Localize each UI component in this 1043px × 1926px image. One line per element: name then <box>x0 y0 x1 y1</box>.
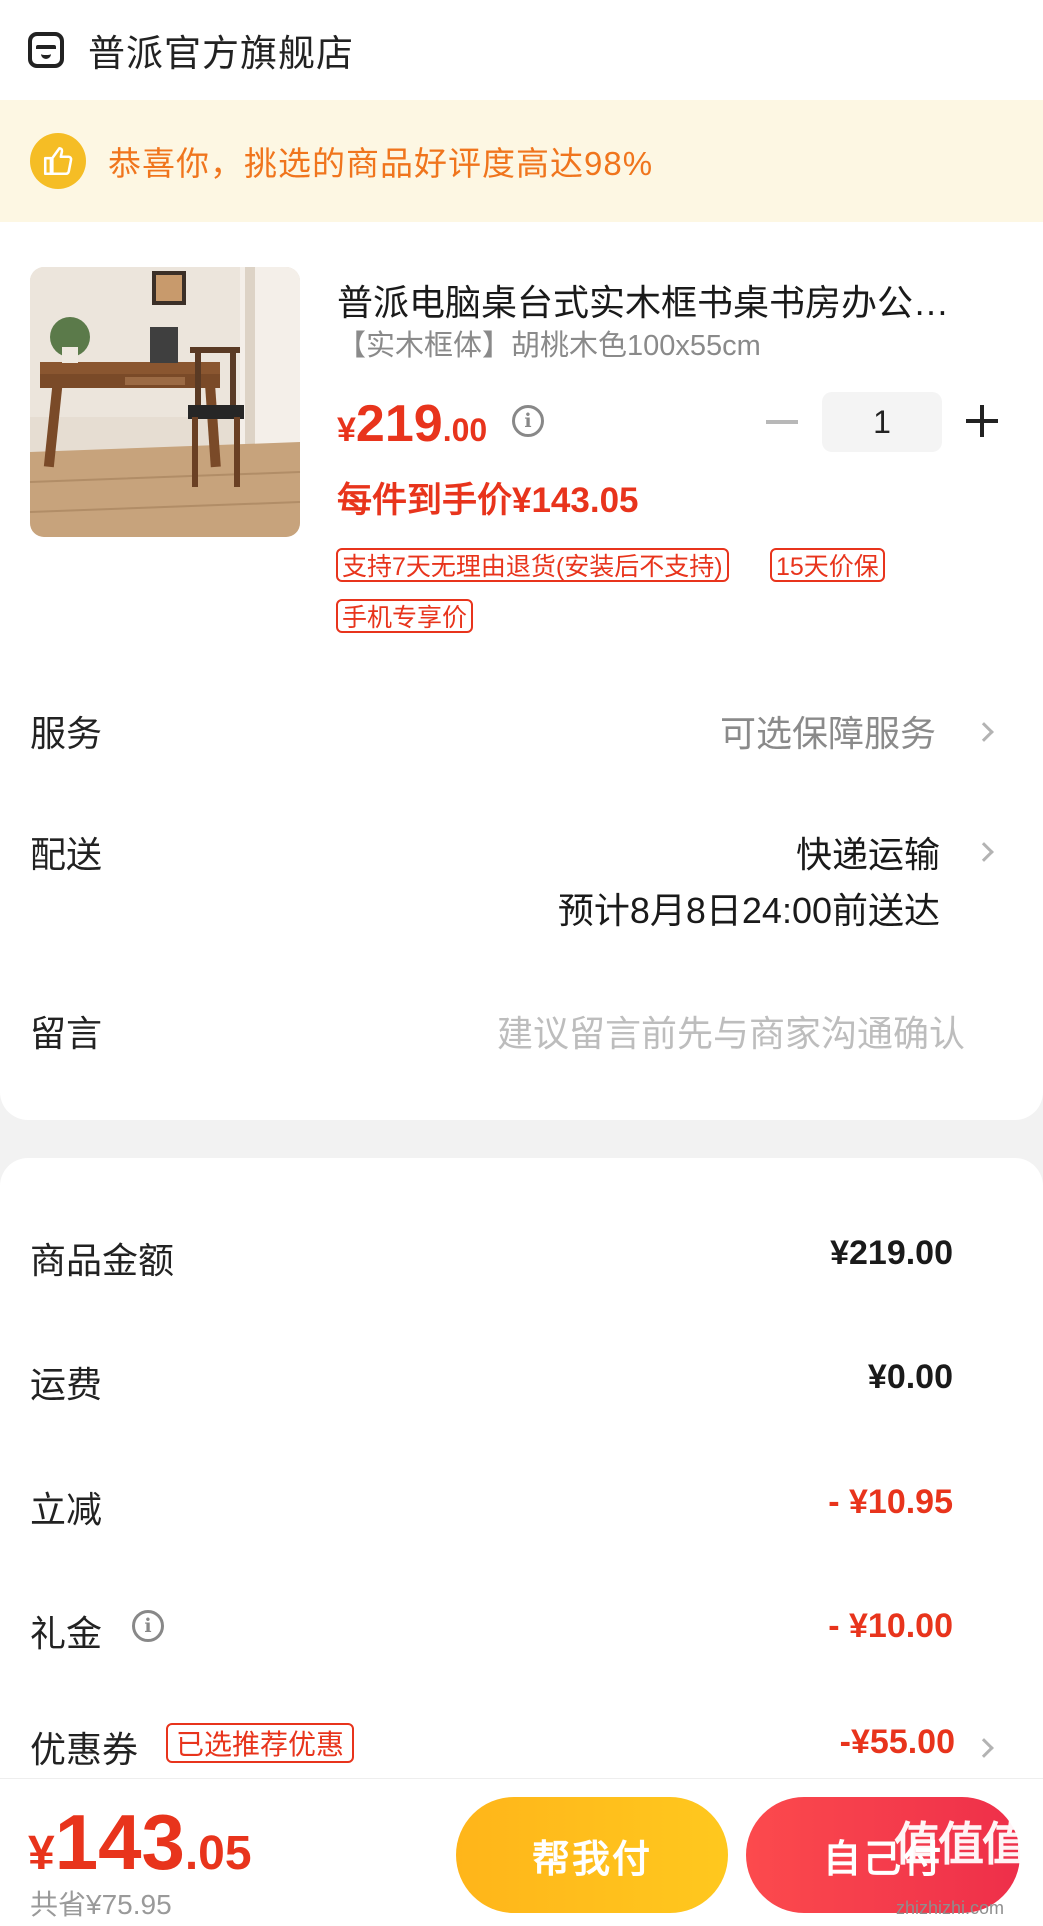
shipping-value: ¥0.00 <box>867 1358 953 1396</box>
service-tag-return: 支持7天无理由退货(安装后不支持) <box>336 548 729 582</box>
coupon-label: 优惠券 <box>30 1729 139 1770</box>
service-tag-mobile-price: 手机专享价 <box>336 599 474 633</box>
watermark-url: zhizhizhi.com <box>896 1898 1005 1918</box>
quantity-input[interactable]: 1 <box>822 392 942 452</box>
price-info-icon[interactable]: i <box>512 405 544 437</box>
banner-text: 恭喜你，挑选的商品好评度高达98% <box>108 145 654 182</box>
total-currency: ¥ <box>28 1827 55 1880</box>
coupon-chevron-icon[interactable] <box>974 1738 994 1758</box>
product-spec[interactable]: 【实木框体】胡桃木色100x55cm <box>337 322 761 364</box>
note-input[interactable]: 建议留言前先与商家沟通确认 <box>497 1005 965 1057</box>
total-integer: 143 <box>54 1798 185 1886</box>
help-me-pay-button[interactable]: 帮我付 <box>456 1797 728 1913</box>
order-item-card: 普派电脑桌台式实木框书桌书房办公… 【实木框体】胡桃木色100x55cm ¥21… <box>0 222 1043 1120</box>
coupon-recommended-tag: 已选推荐优惠 <box>166 1723 355 1763</box>
goods-amount-value: ¥219.00 <box>830 1234 953 1272</box>
store-header: 普派官方旗舰店 <box>0 0 1043 100</box>
unit-final-price: 每件到手价¥143.05 <box>337 481 639 520</box>
delivery-value[interactable]: 快递运输 <box>796 826 940 878</box>
gift-money-label: 礼金 <box>30 1613 103 1654</box>
price-summary-card: 商品金额 ¥219.00 运费 ¥0.00 立减 - ¥10.95 礼金 i -… <box>0 1158 1043 1788</box>
service-label: 服务 <box>30 713 103 754</box>
total-saved: 共省¥75.95 <box>30 1889 172 1920</box>
price-decimal: .00 <box>442 412 488 448</box>
service-tag-price-protect: 15天价保 <box>770 548 885 582</box>
product-price: ¥219.00 <box>337 394 487 454</box>
gift-money-value: - ¥10.00 <box>828 1607 953 1645</box>
watermark-logo: 值值值 <box>894 1818 1028 1870</box>
delivery-label: 配送 <box>30 834 103 875</box>
gift-info-icon[interactable]: i <box>132 1610 164 1642</box>
shipping-label: 运费 <box>30 1364 103 1405</box>
service-chevron-icon[interactable] <box>974 722 994 742</box>
product-image[interactable] <box>30 267 300 537</box>
discount-label: 立减 <box>30 1489 103 1530</box>
goods-amount-label: 商品金额 <box>30 1240 175 1281</box>
discount-value: - ¥10.95 <box>828 1483 953 1521</box>
service-value[interactable]: 可选保障服务 <box>720 705 936 757</box>
store-name[interactable]: 普派官方旗舰店 <box>88 23 354 77</box>
product-title[interactable]: 普派电脑桌台式实木框书桌书房办公… <box>337 274 1007 326</box>
delivery-chevron-icon[interactable] <box>974 842 994 862</box>
quantity-increase-button[interactable] <box>966 405 998 437</box>
total-decimal: .05 <box>184 1827 252 1880</box>
price-currency: ¥ <box>337 411 356 449</box>
thumbs-up-icon <box>30 133 86 189</box>
store-icon <box>28 32 64 68</box>
total-price: ¥143.05 <box>28 1797 252 1888</box>
price-integer: 219 <box>355 395 443 453</box>
coupon-value[interactable]: -¥55.00 <box>840 1723 955 1762</box>
note-label: 留言 <box>30 1013 103 1054</box>
checkout-bar: ¥143.05 共省¥75.95 帮我付 自己付 <box>0 1778 1043 1926</box>
rating-banner: 恭喜你，挑选的商品好评度高达98% <box>0 100 1043 222</box>
delivery-eta: 预计8月8日24:00前送达 <box>557 890 940 931</box>
quantity-decrease-button[interactable] <box>766 420 798 424</box>
